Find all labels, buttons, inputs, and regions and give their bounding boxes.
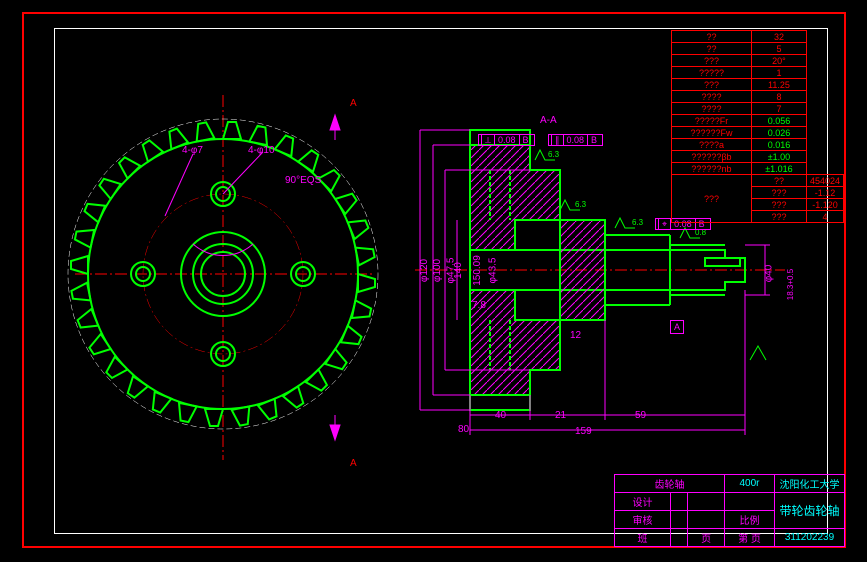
dim-seg1: 12 [570,330,581,341]
dim-d4: 140 [453,262,464,279]
dim-d2: φ100 [432,259,443,282]
surf-1: 6.3 [548,150,559,159]
dim-len1: 40 [495,410,506,421]
dim-len2: 21 [555,410,566,421]
dim-d5: 150.09 [472,255,483,286]
dim-len3: 59 [635,410,646,421]
arrow-label-top: A [350,98,357,109]
parameter-table: ??32 ??5 ???20° ?????1 ???11.25 ????8 ??… [671,30,844,223]
angle-label: 90°EQS [285,175,321,186]
fcf-2: ∥0.08B [548,134,603,146]
dim-d7: 7.8 [472,300,486,311]
hole-label-1: 4-φ7 [182,145,203,156]
dim-shaft-d: φ40 [763,265,774,283]
hole-label-2: 4-φ10 [248,145,275,156]
dim-total: 159 [575,426,592,437]
fcf-1: ⟂0.08B [478,134,535,146]
dim-end-h: 18.3+0.5 [786,269,795,300]
gear-drawing [65,95,405,475]
section-label: A-A [540,115,557,126]
dim-d8: 80 [458,424,469,435]
surf-3: 6.3 [632,218,643,227]
surf-2: 6.3 [575,200,586,209]
dim-d1: φ120 [419,259,430,282]
arrow-label-bottom: A [350,458,357,469]
title-block: 齿轮轴 400r 沈阳化工大学 设计 带轮齿轮轴 审核 比例 班 页 第 页 3… [614,474,845,547]
dim-d6: φ43.5 [487,258,498,284]
datum-a: A [670,320,684,334]
